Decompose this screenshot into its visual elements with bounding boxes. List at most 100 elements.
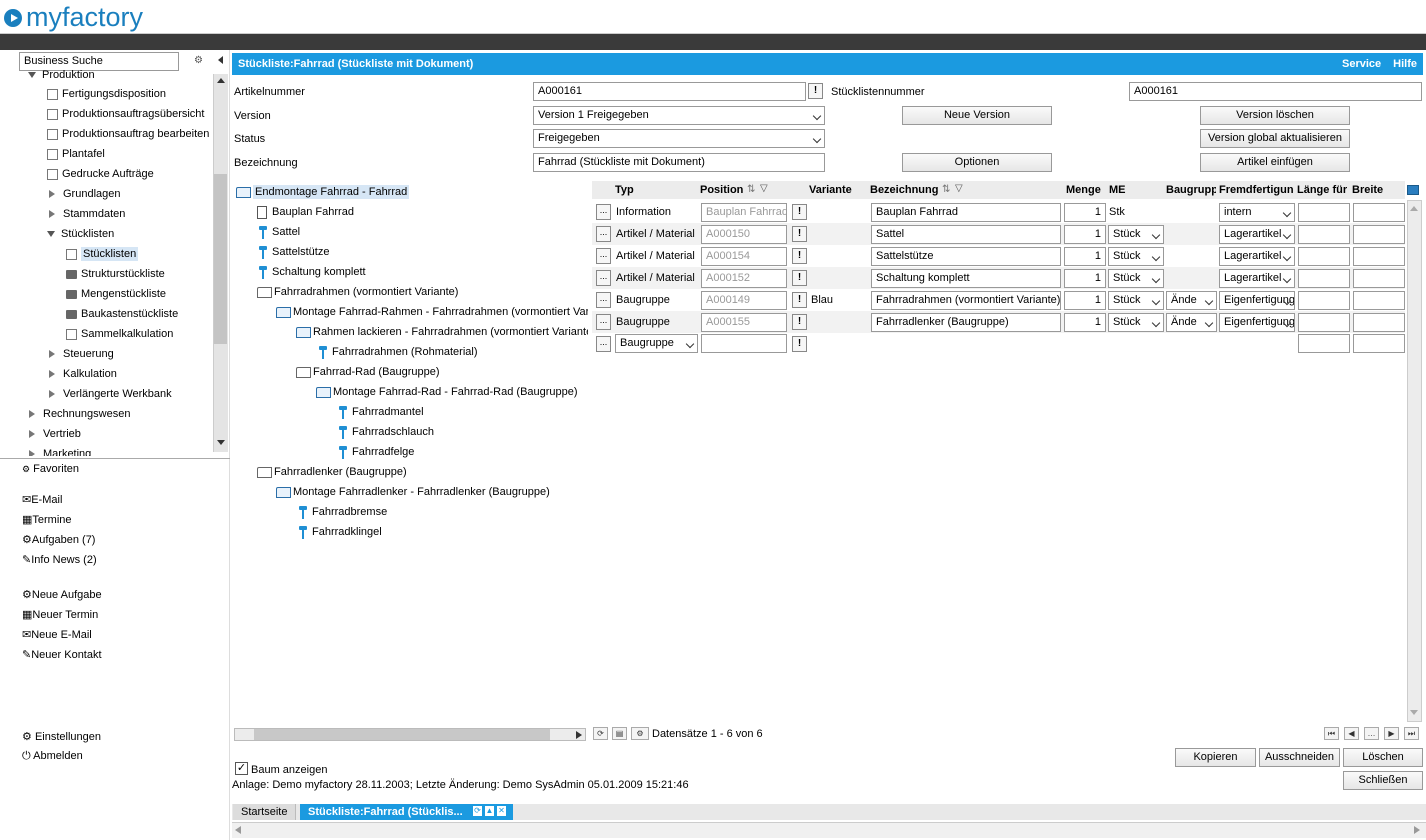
hilfe-link[interactable]: Hilfe — [1393, 58, 1417, 70]
scroll-up-icon[interactable] — [1410, 206, 1418, 211]
neuer-kontakt-link[interactable]: ✎Neuer Kontakt — [22, 648, 102, 661]
row-details-button[interactable]: ... — [596, 270, 611, 286]
cell-laenge[interactable] — [1298, 247, 1350, 266]
tree-item-kalkulation[interactable]: Kalkulation — [47, 365, 117, 383]
sort-icon[interactable]: ⇅ — [942, 184, 950, 195]
tree-scroll-thumb[interactable] — [254, 729, 550, 740]
row-details-button[interactable]: ... — [596, 292, 611, 308]
baum-anzeigen-checkbox[interactable]: ✓ — [235, 762, 248, 775]
bom-node[interactable]: Schaltung komplett — [259, 263, 366, 281]
stuecklistennummer-field[interactable]: A000161 — [1129, 82, 1422, 101]
cell-me-select[interactable]: Stück — [1108, 225, 1164, 244]
bom-node[interactable]: Montage Fahrrad-Rad - Fahrrad-Rad (Baugr… — [316, 383, 578, 401]
abmelden-link[interactable]: ⏻ Abmelden — [22, 750, 83, 763]
expand-icon[interactable] — [49, 390, 55, 399]
filter-icon[interactable]: ▽ — [760, 183, 768, 194]
cell-menge[interactable]: 1 — [1064, 269, 1106, 288]
tree-item-stuecklisten[interactable]: Stücklisten — [66, 245, 139, 263]
artikel-einfuegen-button[interactable]: Artikel einfügen — [1200, 153, 1350, 172]
bezeichnung-field[interactable]: Fahrrad (Stückliste mit Dokument) — [533, 153, 825, 172]
search-options-icon[interactable]: ⚙ — [194, 55, 203, 66]
cell-bezeichnung[interactable]: Bauplan Fahrrad — [871, 203, 1061, 222]
schliessen-button[interactable]: Schließen — [1343, 771, 1423, 790]
sidebar-scroll-thumb[interactable] — [214, 174, 227, 344]
filter-icon[interactable]: ▽ — [955, 183, 963, 194]
tree-item-vertrieb[interactable]: Vertrieb — [27, 425, 81, 443]
tree-item-mengenstueckliste[interactable]: Mengenstückliste — [66, 285, 166, 303]
bom-node[interactable]: Fahrrad-Rad (Baugruppe) — [296, 363, 440, 381]
tree-item-stammdaten[interactable]: Stammdaten — [47, 205, 125, 223]
prev-page-icon[interactable]: ◀ — [1344, 727, 1359, 740]
tree-item-steuerung[interactable]: Steuerung — [47, 345, 114, 363]
page-more-icon[interactable]: … — [1364, 727, 1379, 740]
settings-icon[interactable]: ⚙ — [631, 727, 649, 740]
last-page-icon[interactable]: ⏭ — [1404, 727, 1419, 740]
cell-me-select[interactable]: Stück — [1108, 313, 1164, 332]
cell-bezeichnung[interactable]: Sattelstütze — [871, 247, 1061, 266]
row-details-button[interactable]: ... — [596, 314, 611, 330]
neue-email-link[interactable]: ✉Neue E-Mail — [22, 628, 92, 641]
col-breite[interactable]: Breite — [1352, 184, 1402, 196]
expand-icon[interactable] — [49, 370, 55, 379]
business-search-input[interactable]: Business Suche — [19, 52, 179, 71]
col-baugruppe[interactable]: Baugruppe — [1166, 184, 1216, 196]
tree-item-grundlagen[interactable]: Grundlagen — [47, 185, 121, 203]
bom-node[interactable]: Fahrradlenker (Baugruppe) — [257, 463, 407, 481]
artikelnummer-field[interactable]: A000161 — [533, 82, 806, 101]
bom-node[interactable]: Montage Fahrrad-Rahmen - Fahrradrahmen (… — [276, 303, 588, 321]
cell-bezeichnung[interactable]: Fahrradlenker (Baugruppe) — [871, 313, 1061, 332]
col-position[interactable]: Position — [700, 184, 746, 196]
expand-icon[interactable] — [49, 210, 55, 219]
cell-laenge[interactable] — [1298, 313, 1350, 332]
cell-menge[interactable]: 1 — [1064, 225, 1106, 244]
col-laenge[interactable]: Länge für — [1297, 184, 1349, 196]
tree-item-rechnungswesen[interactable]: Rechnungswesen — [27, 405, 130, 423]
bom-node[interactable]: Endmontage Fahrrad - Fahrrad — [236, 183, 410, 201]
expand-icon[interactable] — [29, 430, 35, 439]
cell-fremd-select[interactable]: intern — [1219, 203, 1295, 222]
kopieren-button[interactable]: Kopieren — [1175, 748, 1256, 767]
tree-item-baukastenstueckliste[interactable]: Baukastenstückliste — [66, 305, 178, 323]
bom-node[interactable]: Sattelstütze — [259, 243, 329, 261]
cell-fremd-select[interactable]: Lagerartikel — [1219, 269, 1295, 288]
row-lookup-button[interactable]: ! — [792, 248, 807, 264]
loeschen-button[interactable]: Löschen — [1343, 748, 1423, 767]
bom-node[interactable]: Bauplan Fahrrad — [257, 203, 354, 221]
scroll-left-icon[interactable] — [235, 826, 241, 834]
cell-baugruppe-select[interactable]: Ände — [1166, 291, 1217, 310]
tree-item-fertigungsdisposition[interactable]: Fertigungsdisposition — [47, 85, 166, 103]
row-details-button[interactable]: ... — [596, 226, 611, 242]
cell-laenge[interactable] — [1298, 203, 1350, 222]
scroll-right-icon[interactable] — [576, 731, 582, 739]
einstellungen-link[interactable]: ⚙ Einstellungen — [22, 730, 101, 743]
new-row-lookup-button[interactable]: ! — [792, 336, 807, 352]
row-lookup-button[interactable]: ! — [792, 314, 807, 330]
cell-bezeichnung[interactable]: Sattel — [871, 225, 1061, 244]
cell-breite[interactable] — [1353, 247, 1405, 266]
next-page-icon[interactable]: ▶ — [1384, 727, 1399, 740]
cell-breite[interactable] — [1353, 269, 1405, 288]
tree-item-produktionsauftragsuebersicht[interactable]: Produktionsauftragsübersicht — [47, 105, 204, 123]
neuer-termin-link[interactable]: ▦Neuer Termin — [22, 608, 98, 621]
cell-position[interactable]: Bauplan Fahrrad — [701, 203, 787, 222]
col-menge[interactable]: Menge — [1066, 184, 1106, 196]
bom-node[interactable]: Fahrradmantel — [339, 403, 424, 421]
col-typ[interactable]: Typ — [615, 184, 695, 196]
cell-breite[interactable] — [1353, 313, 1405, 332]
tree-item-stuecklisten-group[interactable]: Stücklisten — [47, 225, 114, 243]
col-variante[interactable]: Variante — [809, 184, 867, 196]
cell-me-select[interactable]: Stück — [1108, 269, 1164, 288]
cell-baugruppe-select[interactable]: Ände — [1166, 313, 1217, 332]
col-fremdfertigung[interactable]: Fremdfertigung — [1219, 184, 1294, 196]
bottom-scrollbar[interactable] — [232, 822, 1426, 838]
email-link[interactable]: ✉E-Mail — [22, 493, 62, 506]
collapse-icon[interactable] — [47, 231, 55, 238]
termine-link[interactable]: ▦Termine — [22, 513, 72, 526]
refresh-tab-icon[interactable]: ⟳ — [473, 806, 482, 816]
close-tab-icon[interactable]: ✕ — [497, 806, 506, 816]
ausschneiden-button[interactable]: Ausschneiden — [1259, 748, 1340, 767]
bom-node[interactable]: Fahrradrahmen (Rohmaterial) — [319, 343, 478, 361]
row-details-button[interactable]: ... — [596, 248, 611, 264]
cell-position[interactable]: A000152 — [701, 269, 787, 288]
tab-startseite[interactable]: Startseite — [233, 804, 297, 820]
